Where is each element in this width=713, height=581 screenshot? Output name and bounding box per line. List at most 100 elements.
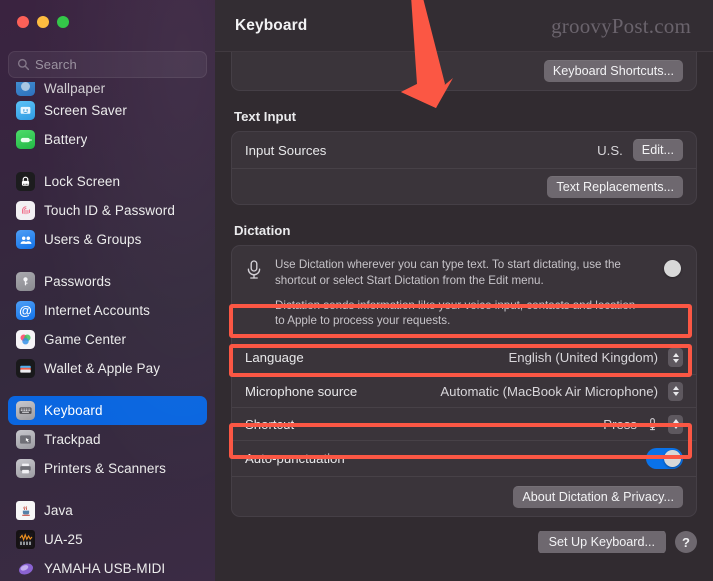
- text-replacements-button[interactable]: Text Replacements...: [547, 175, 683, 198]
- game-center-icon: [16, 330, 35, 349]
- content-titlebar: Keyboard groovyPost.com: [215, 0, 713, 52]
- battery-icon: [16, 130, 35, 149]
- about-dictation-privacy-button[interactable]: About Dictation & Privacy...: [513, 485, 683, 508]
- sidebar-item-trackpad[interactable]: Trackpad: [8, 425, 207, 454]
- help-question-icon[interactable]: ?: [675, 531, 697, 554]
- search-icon: [17, 58, 30, 71]
- java-icon: [16, 501, 35, 520]
- search-field[interactable]: Search: [8, 51, 207, 78]
- screen-saver-icon: [16, 101, 35, 120]
- microphone-icon: [245, 257, 265, 286]
- sidebar-item-label: Game Center: [44, 332, 127, 347]
- sidebar-item-yamaha-usb-midi[interactable]: YAMAHA USB-MIDI: [8, 554, 207, 581]
- sidebar-item-label: Trackpad: [44, 432, 101, 447]
- dictation-shortcut-row[interactable]: Shortcut Press: [232, 407, 696, 440]
- at-sign-icon: @: [16, 301, 35, 320]
- sidebar-item-keyboard[interactable]: Keyboard: [8, 396, 207, 425]
- main-content: Keyboard groovyPost.com Keyboard Shortcu…: [215, 0, 713, 581]
- dictation-card: Use Dictation wherever you can type text…: [231, 245, 697, 518]
- text-input-heading: Text Input: [234, 109, 297, 124]
- language-label: Language: [245, 350, 304, 366]
- sidebar-item-label: Touch ID & Password: [44, 203, 175, 218]
- sidebar-item-battery[interactable]: Battery: [8, 125, 207, 154]
- minimize-button[interactable]: [37, 16, 49, 28]
- trackpad-icon: [16, 430, 35, 449]
- microphone-source-stepper[interactable]: [668, 381, 683, 401]
- dictation-description-2: Dictation sends information like your vo…: [275, 298, 636, 328]
- touch-id-icon: [16, 201, 35, 220]
- keyboard-icon: [16, 401, 35, 420]
- sidebar-item-label: Battery: [44, 132, 88, 147]
- text-replacements-row: Text Replacements...: [232, 168, 696, 204]
- input-sources-row[interactable]: Input Sources U.S. Edit...: [232, 132, 696, 168]
- sidebar-item-java[interactable]: Java: [8, 496, 207, 525]
- about-dictation-row: About Dictation & Privacy...: [232, 476, 696, 516]
- keyboard-shortcuts-row: Keyboard Shortcuts...: [232, 52, 696, 90]
- sidebar-item-wallpaper[interactable]: Wallpaper: [8, 82, 207, 96]
- window-controls: [17, 16, 69, 28]
- nav-divider: [8, 483, 207, 496]
- shortcut-stepper[interactable]: [668, 414, 683, 434]
- text-input-card: Input Sources U.S. Edit... Text Replacem…: [231, 131, 697, 205]
- sidebar-item-label: Passwords: [44, 274, 111, 289]
- sidebar-item-label: UA-25: [44, 532, 83, 547]
- footer-bar: Set Up Keyboard... ?: [231, 531, 697, 554]
- keyboard-shortcuts-card: Keyboard Shortcuts...: [231, 52, 697, 91]
- language-stepper[interactable]: [668, 348, 683, 368]
- close-button[interactable]: [17, 16, 29, 28]
- sidebar-item-wallet-apple-pay[interactable]: Wallet & Apple Pay: [8, 354, 207, 383]
- dictation-microphone-source-row[interactable]: Microphone source Automatic (MacBook Air…: [232, 374, 696, 407]
- input-sources-label: Input Sources: [245, 142, 327, 158]
- zoom-button[interactable]: [57, 16, 69, 28]
- shortcut-mic-icon: [647, 417, 658, 432]
- sidebar-item-screen-saver[interactable]: Screen Saver: [8, 96, 207, 125]
- sidebar-item-printers-scanners[interactable]: Printers & Scanners: [8, 454, 207, 483]
- nav-divider: [8, 254, 207, 267]
- sidebar-item-label: Users & Groups: [44, 232, 142, 247]
- dictation-heading: Dictation: [234, 223, 291, 238]
- settings-scroll-area[interactable]: Keyboard Shortcuts... Text Input Input S…: [215, 52, 713, 581]
- sidebar-item-lock-screen[interactable]: Lock Screen: [8, 167, 207, 196]
- input-sources-value: U.S.: [597, 142, 623, 158]
- sidebar-item-label: Screen Saver: [44, 103, 127, 118]
- sidebar-item-passwords[interactable]: Passwords: [8, 267, 207, 296]
- key-icon: [16, 272, 35, 291]
- keyboard-shortcuts-button[interactable]: Keyboard Shortcuts...: [543, 60, 683, 82]
- printer-icon: [16, 459, 35, 478]
- dictation-language-row[interactable]: Language English (United Kingdom): [232, 341, 696, 374]
- sidebar-item-label: Wallet & Apple Pay: [44, 361, 161, 376]
- toggle-knob: [664, 450, 681, 468]
- sidebar-item-label: Printers & Scanners: [44, 461, 166, 476]
- nav-divider: [8, 383, 207, 396]
- sidebar-item-label: Lock Screen: [44, 174, 121, 189]
- shortcut-value: Press: [603, 416, 637, 432]
- sidebar-item-users-groups[interactable]: Users & Groups: [8, 225, 207, 254]
- dictation-toggle-wrap: [646, 257, 683, 277]
- sidebar-item-touch-id[interactable]: Touch ID & Password: [8, 196, 207, 225]
- settings-nav-list: Wallpaper Screen Saver Battery Lock Scre…: [0, 82, 215, 581]
- sidebar-item-label: YAMAHA USB-MIDI: [44, 561, 166, 576]
- input-sources-edit-button[interactable]: Edit...: [632, 139, 683, 161]
- yamaha-icon: [16, 559, 35, 578]
- sidebar-item-internet-accounts[interactable]: @ Internet Accounts: [8, 296, 207, 325]
- users-icon: [16, 230, 35, 249]
- set-up-keyboard-button[interactable]: Set Up Keyboard...: [537, 531, 666, 554]
- sidebar-item-label: Java: [44, 503, 73, 518]
- dictation-description-text: Use Dictation wherever you can type text…: [275, 257, 636, 329]
- sidebar-item-label: Wallpaper: [44, 82, 106, 96]
- sidebar-item-ua-25[interactable]: UA-25: [8, 525, 207, 554]
- search-placeholder: Search: [35, 57, 77, 72]
- lock-icon: [16, 172, 35, 191]
- language-value: English (United Kingdom): [508, 350, 658, 366]
- page-title: Keyboard: [235, 16, 308, 34]
- dictation-auto-punctuation-row[interactable]: Auto-punctuation: [232, 440, 696, 476]
- sidebar-item-game-center[interactable]: Game Center: [8, 325, 207, 354]
- toggle-knob: [664, 260, 681, 277]
- system-settings-window: Search Wallpaper Screen Saver Battery Lo…: [0, 0, 713, 581]
- auto-punctuation-label: Auto-punctuation: [245, 451, 345, 467]
- dictation-description-1: Use Dictation wherever you can type text…: [275, 258, 621, 287]
- sidebar: Search Wallpaper Screen Saver Battery Lo…: [0, 0, 215, 581]
- microphone-source-label: Microphone source: [245, 383, 358, 399]
- watermark: groovyPost.com: [551, 14, 691, 38]
- auto-punctuation-toggle[interactable]: [646, 448, 683, 470]
